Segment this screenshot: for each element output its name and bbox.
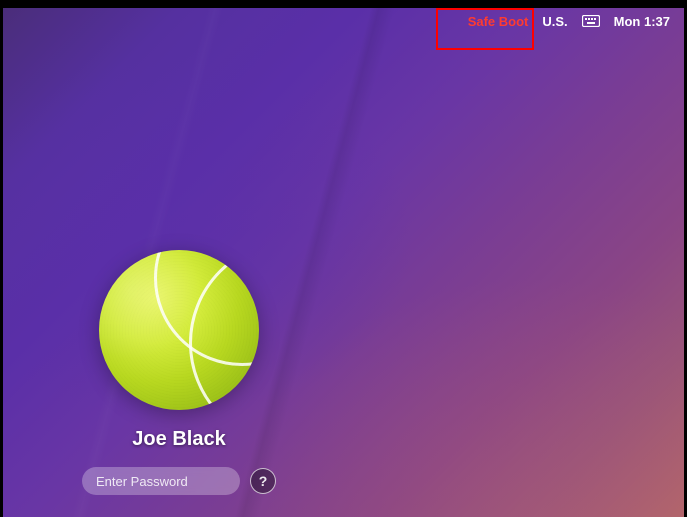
login-panel: Joe Black ?: [82, 250, 276, 495]
safe-boot-indicator: Safe Boot: [468, 14, 529, 29]
keyboard-icon[interactable]: [582, 15, 600, 27]
user-avatar[interactable]: [99, 250, 259, 410]
clock[interactable]: Mon 1:37: [614, 14, 670, 29]
password-input[interactable]: [82, 467, 240, 495]
password-hint-button[interactable]: ?: [250, 468, 276, 494]
question-mark-icon: ?: [259, 473, 268, 489]
tennis-ball-icon: [99, 250, 259, 410]
username-label: Joe Black: [132, 428, 225, 451]
input-source-label[interactable]: U.S.: [542, 14, 567, 29]
password-row: ?: [82, 467, 276, 495]
menu-bar: Safe Boot U.S. Mon 1:37: [454, 8, 684, 34]
